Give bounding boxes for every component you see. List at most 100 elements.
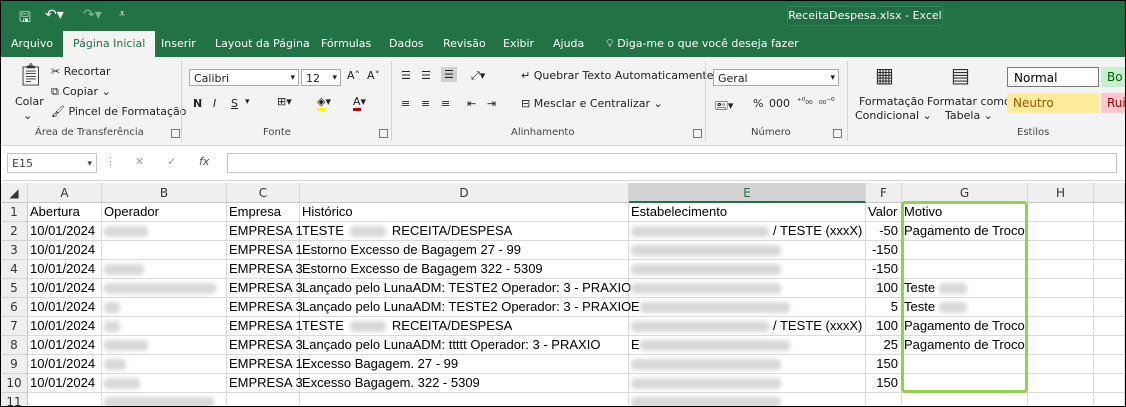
cell-h[interactable] [1028,355,1094,374]
orientation-icon[interactable]: ⤢▾ [471,69,485,83]
cell-a[interactable]: 10/01/2024 [28,298,102,317]
cell-h[interactable] [1028,336,1094,355]
cell-x[interactable] [1094,336,1125,355]
cell-d[interactable]: TESTE RECEITA/DESPESA [300,222,629,241]
format-as-table-icon[interactable]: ▤ [951,63,970,87]
cell-f[interactable]: -150 [866,241,902,260]
redo-icon[interactable]: ↷▾ [83,7,102,23]
cell-b[interactable] [102,317,227,336]
cell-d[interactable]: Estorno Excesso de Bagagem 322 - 5309 [300,260,629,279]
cell-c[interactable]: EMPRESA 3 [227,374,303,393]
align-right-icon[interactable]: ≡ [441,97,450,110]
conditional-formatting-icon[interactable]: ▦ [875,63,894,87]
cell-h[interactable] [1028,241,1094,260]
row-header[interactable]: 4 [1,260,28,279]
cell-f[interactable]: Valor [866,203,902,222]
column-header-g[interactable]: G [902,183,1028,203]
cell-f[interactable]: -150 [866,260,902,279]
align-top-icon[interactable]: ☰ [401,69,411,82]
formula-input[interactable] [227,153,1117,173]
column-header-h[interactable]: H [1028,183,1094,203]
cell-f[interactable]: 25 [866,336,902,355]
row-header[interactable]: 7 [1,317,28,336]
column-header-e[interactable]: E [629,183,866,203]
insert-function-button[interactable]: fx [199,155,209,168]
cell-b[interactable] [102,241,227,260]
cell-e[interactable]: / TESTE (xxxX) [629,317,866,336]
cell-b[interactable] [102,260,227,279]
cell-a[interactable]: 10/01/2024 [28,241,102,260]
row-header[interactable]: 10 [1,374,28,393]
row-header[interactable]: 1 [1,203,28,222]
align-bottom-icon[interactable]: ☰ [441,67,457,82]
cell-h[interactable] [1028,374,1094,393]
underline-button[interactable]: S [231,97,238,110]
cell-c[interactable]: EMPRESA 3 [227,336,303,355]
copy-button[interactable]: ⧉ Copiar ⌄ [51,85,111,99]
cut-button[interactable]: ✂ Recortar [51,65,111,78]
conditional-formatting-label2[interactable]: Condicional ⌄ [855,109,932,122]
cell-g[interactable] [902,393,1028,406]
percent-button[interactable]: % [753,97,763,110]
row-header[interactable]: 3 [1,241,28,260]
decrease-decimal-icon[interactable]: ₀₀⁻⁰ [819,97,835,107]
cell-d[interactable]: Excesso Bagagem. 322 - 5309 [300,374,629,393]
cell-c[interactable]: EMPRESA 3 [227,279,303,298]
enter-icon[interactable]: ✓ [167,155,176,168]
cell-c[interactable]: EMPRESA 1 [227,355,303,374]
row-header[interactable]: 8 [1,336,28,355]
cell-g[interactable] [902,260,1028,279]
paste-button[interactable]: Colar [15,95,44,108]
cell-f[interactable]: 5 [866,298,902,317]
cell-x[interactable] [1094,260,1125,279]
cell-g[interactable]: Motivo [902,203,1028,222]
comma-style-button[interactable]: 000 [769,97,790,110]
cancel-icon[interactable]: ✕ [135,155,144,168]
cell-g[interactable] [902,374,1028,393]
row-header[interactable]: 5 [1,279,28,298]
alignment-launcher-icon[interactable] [693,129,702,138]
row-header[interactable]: 11 [1,393,28,406]
column-header-blank[interactable] [1094,183,1125,203]
cell-a[interactable] [28,393,102,406]
cell-c[interactable]: EMPRESA 3 [227,260,303,279]
cell-a[interactable]: 10/01/2024 [28,279,102,298]
cell-e[interactable] [629,355,866,374]
cell-b[interactable] [102,355,227,374]
cell-d[interactable]: TESTE RECEITA/DESPESA [300,317,629,336]
format-painter-button[interactable]: 🖌︎ Pincel de Formatação [51,105,187,118]
cell-x[interactable] [1094,355,1125,374]
customize-toolbar-icon[interactable]: ⩡ [119,7,125,21]
cell-b[interactable] [102,393,227,406]
cell-g[interactable]: Pagamento de Troco [902,317,1028,336]
cell-c[interactable] [227,393,300,406]
cell-h[interactable] [1028,317,1094,336]
tab-dados[interactable]: Dados [381,31,432,57]
cell-e[interactable] [629,241,866,260]
undo-icon[interactable]: ↶▾ [45,7,64,23]
column-header-a[interactable]: A [28,183,102,203]
cell-d[interactable]: Lançado pelo LunaADM: ttttt Operador: 3 … [300,336,629,355]
cell-a[interactable]: 10/01/2024 [28,355,102,374]
format-as-table-label1[interactable]: Formatar como [927,95,1011,108]
underline-dropdown-icon[interactable]: ▾ [245,97,250,107]
cell-f[interactable] [866,393,902,406]
tab-inserir[interactable]: Inserir [153,31,204,57]
increase-indent-icon[interactable]: ⇥ [487,97,496,110]
cell-d[interactable]: Lançado pelo LunaADM: TESTE2 Operador: 3… [300,279,631,298]
cell-e[interactable]: Estabelecimento [629,203,866,222]
select-all-corner[interactable]: ◢ [1,183,28,203]
number-launcher-icon[interactable] [833,129,842,138]
style-bad[interactable]: Rui [1101,93,1125,113]
cell-e[interactable]: E [629,298,866,317]
cell-b[interactable]: Operador [102,203,227,222]
cell-h[interactable] [1028,279,1094,298]
cell-f[interactable]: 100 [866,279,902,298]
cell-b[interactable] [102,298,227,317]
cell-c[interactable]: EMPRESA 1 [227,241,303,260]
font-name-select[interactable]: Calibri ▾ [189,69,299,86]
cell-c[interactable]: EMPRESA 1 [227,222,303,241]
cell-e[interactable] [629,279,866,298]
cell-x[interactable] [1094,317,1125,336]
tab-formulas[interactable]: Fórmulas [313,31,379,57]
